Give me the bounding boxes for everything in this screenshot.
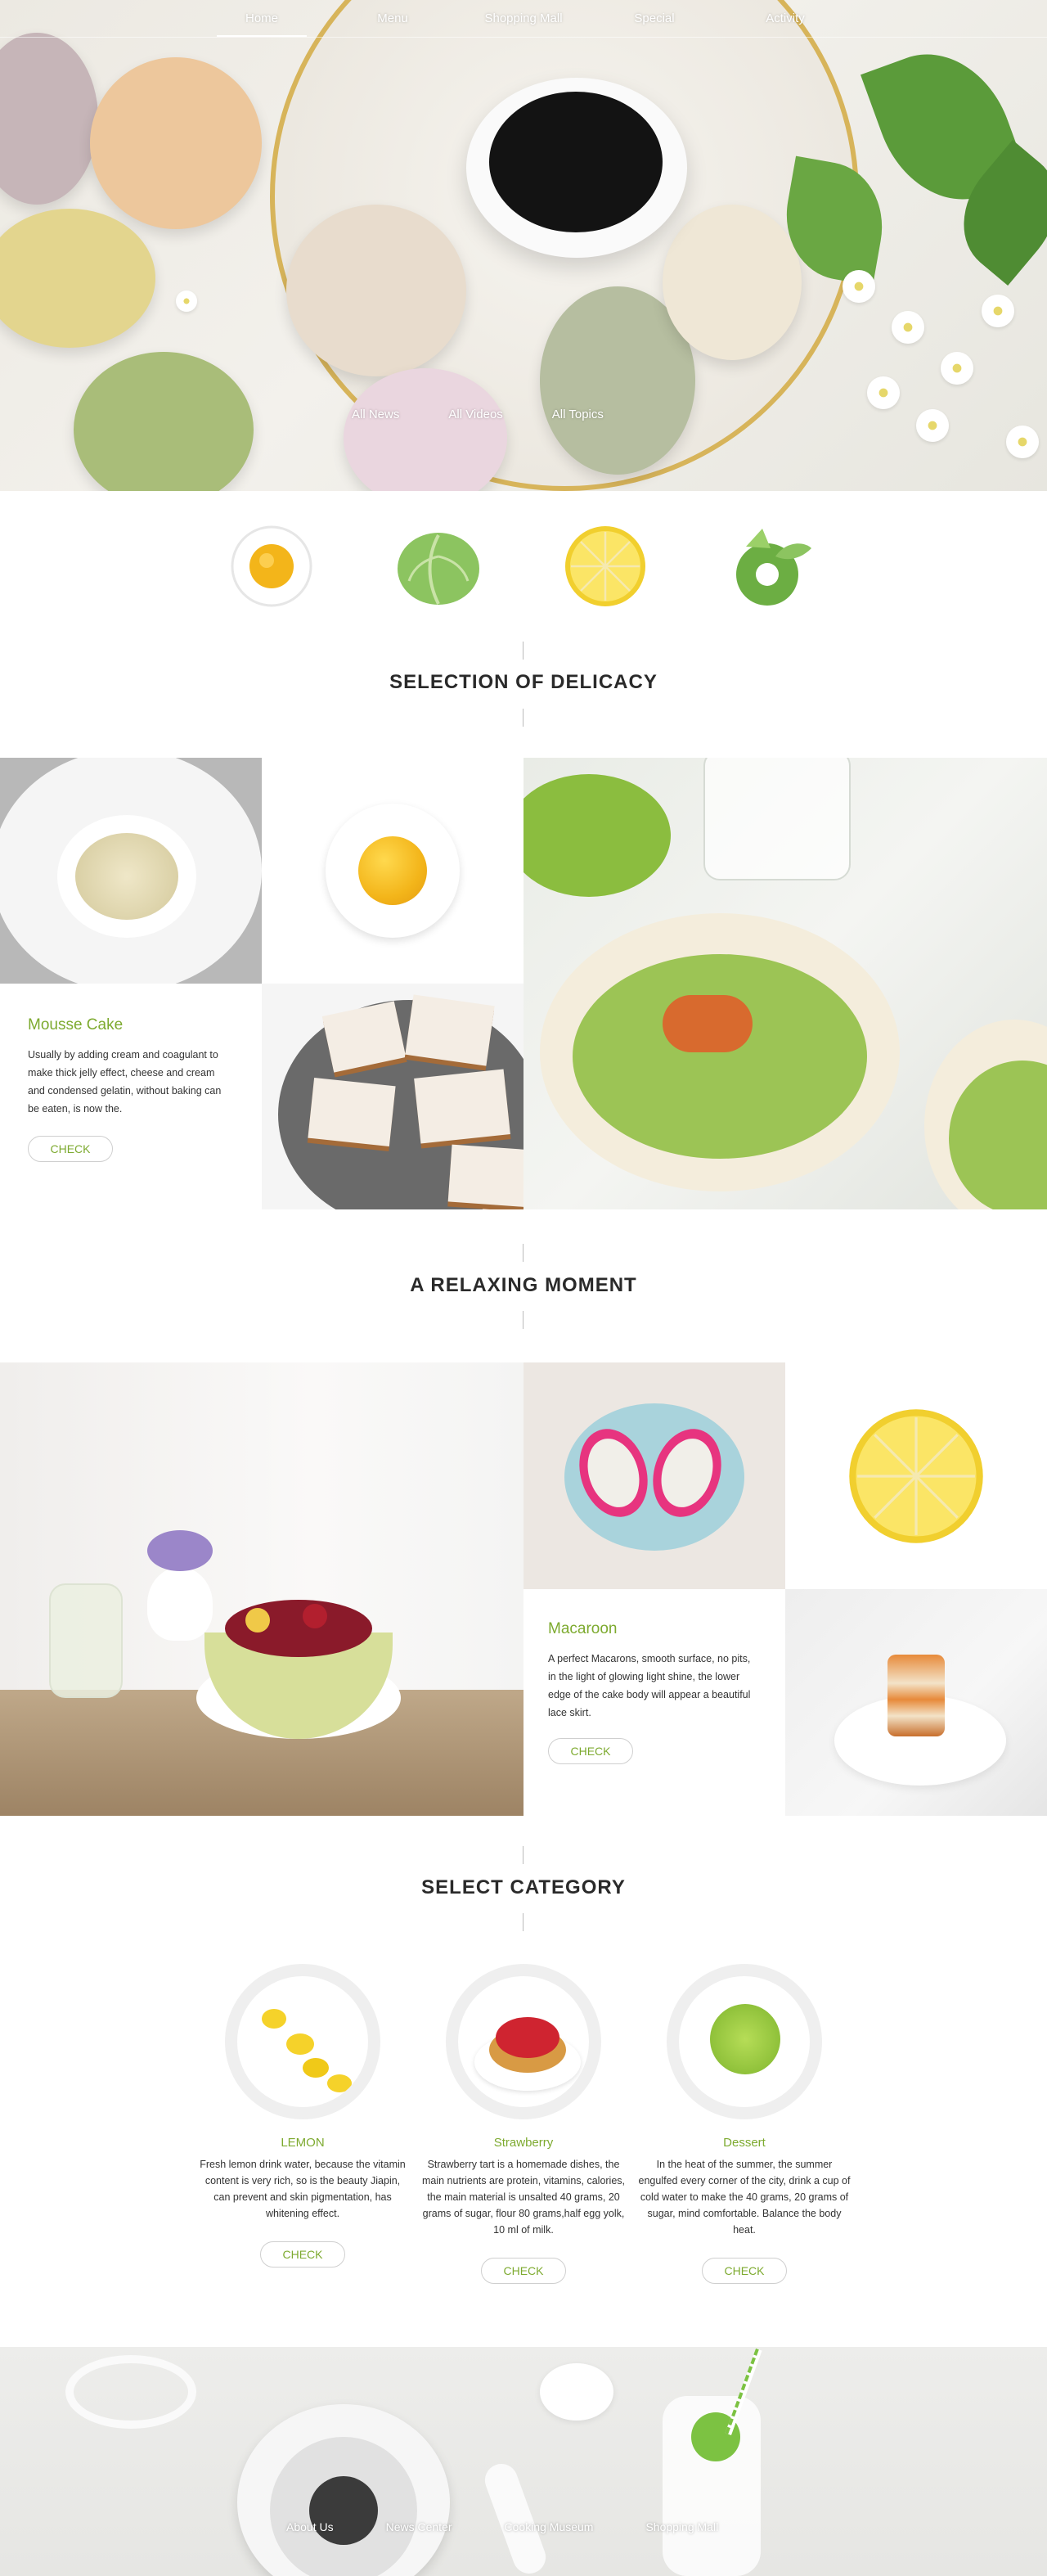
- footer-link-about-us[interactable]: About Us: [286, 2520, 334, 2533]
- category-strawberry-desc: Strawberry tart is a homemade dishes, th…: [421, 2159, 626, 2236]
- lime-icon: [736, 529, 811, 606]
- category-lemon: LEMON Fresh lemon drink water, because t…: [196, 1964, 409, 2268]
- egg-icon: [231, 525, 312, 607]
- macaroon-card: Macaroon A perfect Macarons, smooth surf…: [524, 1589, 785, 1816]
- divider-line: [523, 642, 524, 660]
- green-soup-photo: [524, 758, 1047, 1209]
- risotto-photo: [0, 758, 262, 984]
- egg-tile: [262, 758, 524, 984]
- footer-link-news-center[interactable]: News Center: [386, 2520, 452, 2533]
- blossom: [941, 352, 973, 385]
- macaroon-text: A perfect Macarons, smooth surface, no p…: [548, 1653, 751, 1718]
- divider-line: [523, 1913, 524, 1931]
- category-dessert-image: [667, 1964, 822, 2119]
- footer-link-shopping-mall[interactable]: Shopping Mall: [645, 2520, 718, 2533]
- category-strawberry-image: [446, 1964, 601, 2119]
- section-title-relaxing: A RELAXING MOMENT: [410, 1274, 637, 1296]
- category-dessert-name: Dessert: [723, 2136, 766, 2150]
- category-strawberry-name: Strawberry: [493, 2136, 554, 2150]
- category-strawberry-check-button[interactable]: CHECK: [481, 2258, 566, 2284]
- lemon-slice-icon: [565, 526, 645, 606]
- category-lemon-name: LEMON: [281, 2136, 325, 2150]
- blossom: [843, 270, 875, 303]
- footer-links: About Us News Center Cooking Museum Shop…: [286, 2520, 718, 2533]
- divider-line: [523, 709, 524, 727]
- macaron-peach: [90, 57, 262, 229]
- hero-links: All News All Videos All Topics: [352, 408, 604, 421]
- mousse-title: Mousse Cake: [28, 1016, 124, 1034]
- nav-special[interactable]: Special: [589, 0, 720, 37]
- macaron-cream: [663, 205, 802, 360]
- nav-menu[interactable]: Menu: [327, 0, 458, 37]
- macaron-lilac: [0, 33, 98, 205]
- section-title-category: SELECT CATEGORY: [421, 1876, 626, 1898]
- macaron-vanilla: [286, 205, 466, 376]
- mousse-card: Mousse Cake Usually by adding cream and …: [0, 984, 262, 1209]
- category-strawberry: Strawberry Strawberry tart is a homemade…: [417, 1964, 630, 2284]
- divider-line: [523, 1311, 524, 1329]
- link-all-topics[interactable]: All Topics: [552, 408, 604, 421]
- coffee: [489, 92, 663, 232]
- main-nav: Home Menu Shopping Mall Special Activity: [0, 0, 1047, 38]
- blossom: [982, 295, 1014, 327]
- divider-line: [523, 1846, 524, 1864]
- blossom: [176, 290, 197, 312]
- macaron-yellow: [0, 209, 155, 348]
- macaroon-title: Macaroon: [548, 1620, 618, 1637]
- blossom: [916, 409, 949, 442]
- category-dessert: Dessert In the heat of the summer, the s…: [638, 1964, 851, 2284]
- blossom: [867, 376, 900, 409]
- cake-bars-photo: [262, 984, 524, 1209]
- lemon-slice-icon: [849, 1409, 983, 1543]
- category-lemon-desc: Fresh lemon drink water, because the vit…: [200, 2159, 406, 2219]
- lemon-tile: [785, 1362, 1047, 1589]
- macaroon-check-button[interactable]: CHECK: [548, 1738, 633, 1764]
- divider-line: [523, 1244, 524, 1262]
- hero-banner: Home Menu Shopping Mall Special Activity…: [0, 0, 1047, 491]
- dragonfruit-photo: [524, 1362, 785, 1589]
- food-icon-row: [0, 524, 1047, 614]
- macaron-green: [74, 352, 254, 491]
- nav-home[interactable]: Home: [196, 0, 327, 37]
- nav-shopping-mall[interactable]: Shopping Mall: [458, 0, 589, 37]
- blossom: [892, 311, 924, 344]
- cabbage-icon: [398, 533, 479, 605]
- link-all-news[interactable]: All News: [352, 408, 399, 421]
- category-lemon-image: [225, 1964, 380, 2119]
- category-dessert-check-button[interactable]: CHECK: [702, 2258, 787, 2284]
- footer-banner: About Us News Center Cooking Museum Shop…: [0, 2347, 1047, 2576]
- layer-cake-photo: [785, 1589, 1047, 1816]
- section-title-delicacy: SELECTION OF DELICACY: [389, 671, 658, 693]
- category-dessert-desc: In the heat of the summer, the summer en…: [638, 2159, 851, 2236]
- mousse-text: Usually by adding cream and coagulant to…: [28, 1049, 222, 1115]
- nav-activity[interactable]: Activity: [720, 0, 851, 37]
- footer-link-cooking-museum[interactable]: Cooking Museum: [505, 2520, 594, 2533]
- blossom: [1006, 426, 1039, 458]
- category-lemon-check-button[interactable]: CHECK: [260, 2241, 345, 2268]
- link-all-videos[interactable]: All Videos: [448, 408, 502, 421]
- fruit-melon-photo: [0, 1362, 524, 1816]
- mousse-check-button[interactable]: CHECK: [28, 1136, 113, 1162]
